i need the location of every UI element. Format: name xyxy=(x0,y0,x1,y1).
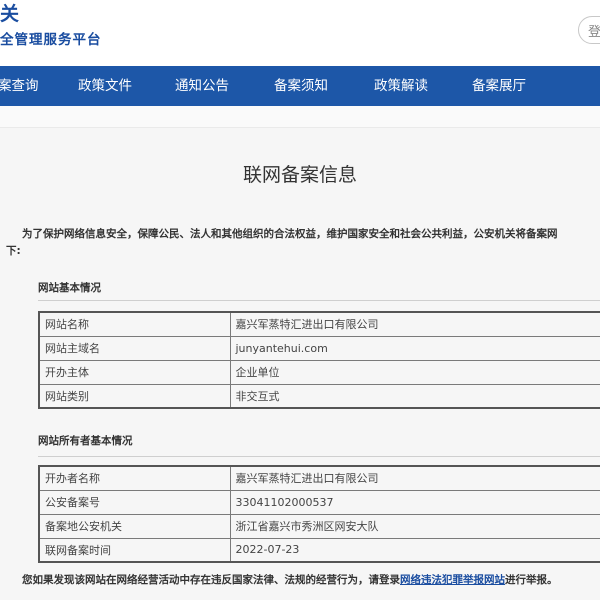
nav-item-record-showcase[interactable]: 备案展厅 xyxy=(472,66,526,106)
owner-section-divider xyxy=(38,456,600,457)
owner-section-title: 网站所有者基本情况 xyxy=(38,435,133,447)
table-row: 备案地公安机关 浙江省嘉兴市秀洲区网安大队 xyxy=(38,513,600,539)
report-notice-suffix: 进行举报。 xyxy=(505,574,558,586)
police-record-number-value: 33041102000537 xyxy=(229,489,600,515)
police-authority-label: 备案地公安机关 xyxy=(38,513,231,539)
report-site-link[interactable]: 网络违法犯罪举报网站 xyxy=(400,574,505,586)
owner-info-table: 开办者名称 嘉兴军蒸特汇进出口有限公司 公安备案号 33041102000537… xyxy=(38,465,600,563)
report-notice: 您如果发现该网站在网络经营活动中存在违反国家法律、法规的经营行为，请登录网络违法… xyxy=(22,572,558,587)
police-record-number-label: 公安备案号 xyxy=(38,489,231,515)
site-info-table: 网站名称 嘉兴军蒸特汇进出口有限公司 网站主域名 junyantehui.com… xyxy=(38,311,600,409)
main-nav: 案查询 政策文件 通知公告 备案须知 政策解读 备案展厅 xyxy=(0,66,600,106)
table-row: 网站名称 嘉兴军蒸特汇进出口有限公司 xyxy=(38,311,600,337)
site-name-label: 网站名称 xyxy=(38,311,231,337)
site-operator-type-label: 开办主体 xyxy=(38,359,231,385)
report-notice-prefix: 您如果发现该网站在网络经营活动中存在违反国家法律、法规的经营行为，请登录 xyxy=(22,574,400,586)
table-row: 网站主域名 junyantehui.com xyxy=(38,335,600,361)
login-button[interactable]: 登 xyxy=(578,16,600,44)
nav-item-policy-interpretation[interactable]: 政策解读 xyxy=(374,66,428,106)
site-category-value: 非交互式 xyxy=(229,383,600,409)
site-domain-value: junyantehui.com xyxy=(229,335,600,361)
table-row: 开办主体 企业单位 xyxy=(38,359,600,385)
nav-item-record-query[interactable]: 案查询 xyxy=(0,66,39,106)
record-date-value: 2022-07-23 xyxy=(229,537,600,563)
intro-text: 为了保护网络信息安全，保障公民、法人和其他组织的合法权益，维护国家安全和社会公共… xyxy=(0,226,600,260)
site-category-label: 网站类别 xyxy=(38,383,231,409)
site-domain-label: 网站主域名 xyxy=(38,335,231,361)
nav-item-notices[interactable]: 通知公告 xyxy=(175,66,229,106)
site-header: 关 全管理服务平台 登 xyxy=(0,0,600,66)
site-section-title: 网站基本情况 xyxy=(38,282,101,294)
owner-name-label: 开办者名称 xyxy=(38,465,231,491)
site-operator-type-value: 企业单位 xyxy=(229,359,600,385)
intro-line-1: 为了保护网络信息安全，保障公民、法人和其他组织的合法权益，维护国家安全和社会公共… xyxy=(22,228,558,240)
logo-title: 关 xyxy=(0,3,20,25)
table-row: 开办者名称 嘉兴军蒸特汇进出口有限公司 xyxy=(38,465,600,491)
table-row: 联网备案时间 2022-07-23 xyxy=(38,537,600,563)
table-row: 公安备案号 33041102000537 xyxy=(38,489,600,515)
record-date-label: 联网备案时间 xyxy=(38,537,231,563)
logo-subtitle: 全管理服务平台 xyxy=(0,32,102,48)
nav-item-policy-documents[interactable]: 政策文件 xyxy=(78,66,132,106)
table-row: 网站类别 非交互式 xyxy=(38,383,600,409)
nav-underband xyxy=(0,106,600,128)
site-name-value: 嘉兴军蒸特汇进出口有限公司 xyxy=(229,311,600,337)
nav-item-filing-guide[interactable]: 备案须知 xyxy=(274,66,328,106)
page-title: 联网备案信息 xyxy=(242,164,357,186)
owner-name-value: 嘉兴军蒸特汇进出口有限公司 xyxy=(229,465,600,491)
police-authority-value: 浙江省嘉兴市秀洲区网安大队 xyxy=(229,513,600,539)
site-section-divider xyxy=(38,300,600,301)
login-button-label: 登 xyxy=(588,25,600,40)
intro-line-2: 下: xyxy=(6,245,21,257)
